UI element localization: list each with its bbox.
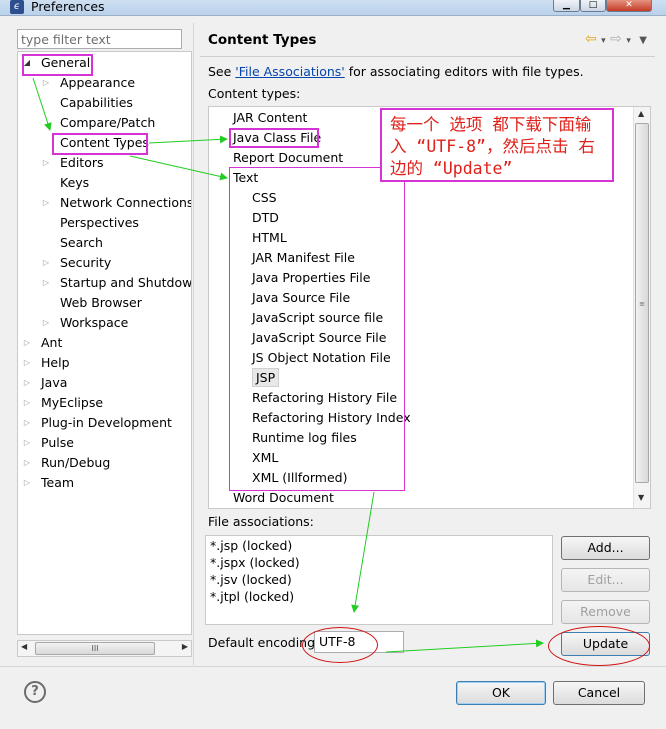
- file-association-item[interactable]: *.jsv (locked): [210, 571, 292, 588]
- filter-input[interactable]: [17, 29, 182, 49]
- remove-button[interactable]: Remove: [561, 600, 650, 624]
- tree-item-label: Run/Debug: [41, 455, 111, 470]
- file-association-item[interactable]: *.jsp (locked): [210, 537, 292, 554]
- collapsed-arrow-icon[interactable]: ▷: [22, 433, 32, 453]
- vertical-scrollbar[interactable]: ▲ ≡ ▼: [633, 107, 650, 508]
- tree-item-label: Capabilities: [60, 95, 133, 110]
- tree-item-label: Perspectives: [60, 215, 139, 230]
- highlight-content-types: [52, 133, 148, 155]
- scroll-left-icon[interactable]: ◀: [21, 642, 27, 651]
- tree-item-label: Plug-in Development: [41, 415, 172, 430]
- collapsed-arrow-icon[interactable]: ▷: [41, 153, 51, 173]
- collapsed-arrow-icon[interactable]: ▷: [22, 333, 32, 353]
- collapsed-arrow-icon[interactable]: ▷: [22, 353, 32, 373]
- tree-item-label: Team: [41, 475, 75, 490]
- collapsed-arrow-icon[interactable]: ▷: [22, 413, 32, 433]
- hint-suffix: for associating editors with file types.: [344, 64, 584, 79]
- highlight-update-ellipse: [548, 626, 650, 666]
- tree-item-label: Keys: [60, 175, 90, 190]
- help-icon[interactable]: ?: [24, 681, 46, 703]
- file-associations-list[interactable]: *.jsp (locked) *.jspx (locked) *.jsv (lock…: [205, 535, 553, 625]
- page-title: Content Types: [208, 32, 317, 48]
- tree-item-label: Java: [41, 375, 68, 390]
- highlight-java-class-file: [229, 128, 319, 148]
- tree-item-label: Compare/Patch: [60, 115, 156, 130]
- window-title: Preferences: [31, 0, 105, 14]
- collapsed-arrow-icon[interactable]: ▷: [41, 273, 51, 293]
- highlight-text-group: [229, 167, 405, 491]
- back-icon[interactable]: ⇦: [585, 31, 597, 47]
- edit-button[interactable]: Edit...: [561, 568, 650, 592]
- scrollbar-thumb[interactable]: III: [35, 642, 155, 655]
- content-type-report-document[interactable]: Report Document: [233, 148, 343, 168]
- horizontal-scrollbar[interactable]: ◀ III ▶: [17, 640, 192, 657]
- tree-item-label: MyEclipse: [41, 395, 104, 410]
- back-dropdown-icon[interactable]: ▾: [601, 36, 606, 46]
- tree-item-label: Help: [41, 355, 70, 370]
- collapsed-arrow-icon[interactable]: ▷: [41, 73, 51, 93]
- tree-item-label: Editors: [60, 155, 104, 170]
- scroll-down-icon[interactable]: ▼: [638, 493, 644, 502]
- file-associations-label: File associations:: [208, 514, 314, 529]
- content-type-word-document[interactable]: Word Document: [233, 488, 334, 508]
- tree-item-label: Appearance: [60, 75, 136, 90]
- collapsed-arrow-icon[interactable]: ▷: [22, 473, 32, 493]
- preferences-nav-pane: ◢General▷AppearanceCapabilitiesCompare/P…: [9, 23, 192, 665]
- content-types-label: Content types:: [208, 86, 301, 101]
- page-toolbar: ⇦ ▾ ⇨ ▾ ▼: [585, 31, 647, 47]
- header-divider: [200, 56, 655, 57]
- close-icon[interactable]: ✕: [606, 0, 652, 12]
- scroll-right-icon[interactable]: ▶: [182, 642, 188, 651]
- collapsed-arrow-icon[interactable]: ▷: [22, 393, 32, 413]
- view-menu-icon[interactable]: ▼: [639, 35, 647, 46]
- tree-item-label: Security: [60, 255, 112, 270]
- collapsed-arrow-icon[interactable]: ▷: [22, 373, 32, 393]
- hint-prefix: See: [208, 64, 236, 79]
- scrollbar-thumb[interactable]: ≡: [635, 123, 649, 483]
- tree-item-label: Ant: [41, 335, 63, 350]
- content-type-jar-content[interactable]: JAR Content: [233, 108, 307, 128]
- add-button[interactable]: Add...: [561, 536, 650, 560]
- eclipse-icon: ϵ: [10, 0, 24, 14]
- annotation-note: 每一个 选项 都下载下面输入 “UTF-8”，然后点击 右边的 “Update”: [380, 108, 614, 182]
- cancel-button[interactable]: Cancel: [553, 681, 645, 705]
- footer-divider: [0, 666, 666, 667]
- tree-item-label: Web Browser: [60, 295, 142, 310]
- tree-item-label: Network Connections: [60, 195, 192, 210]
- highlight-general: [22, 54, 93, 76]
- collapsed-arrow-icon[interactable]: ▷: [22, 453, 32, 473]
- file-association-item[interactable]: *.jspx (locked): [210, 554, 300, 571]
- collapsed-arrow-icon[interactable]: ▷: [41, 193, 51, 213]
- maximize-icon[interactable]: □: [580, 0, 606, 12]
- scroll-up-icon[interactable]: ▲: [638, 109, 644, 118]
- collapsed-arrow-icon[interactable]: ▷: [41, 313, 51, 333]
- collapsed-arrow-icon[interactable]: ▷: [41, 253, 51, 273]
- tree-item-label: Startup and Shutdown: [60, 275, 192, 290]
- minimize-icon[interactable]: ▁: [553, 0, 580, 12]
- highlight-encoding-ellipse: [302, 627, 378, 663]
- tree-item-label: Workspace: [60, 315, 129, 330]
- file-associations-hint: See 'File Associations' for associating …: [208, 64, 584, 79]
- forward-icon[interactable]: ⇨: [610, 31, 622, 47]
- file-association-item[interactable]: *.jtpl (locked): [210, 588, 294, 605]
- file-associations-link[interactable]: 'File Associations': [235, 64, 344, 79]
- forward-dropdown-icon[interactable]: ▾: [626, 36, 631, 46]
- tree-item-label: Search: [60, 235, 103, 250]
- ok-button[interactable]: OK: [456, 681, 546, 705]
- tree-item-label: Pulse: [41, 435, 74, 450]
